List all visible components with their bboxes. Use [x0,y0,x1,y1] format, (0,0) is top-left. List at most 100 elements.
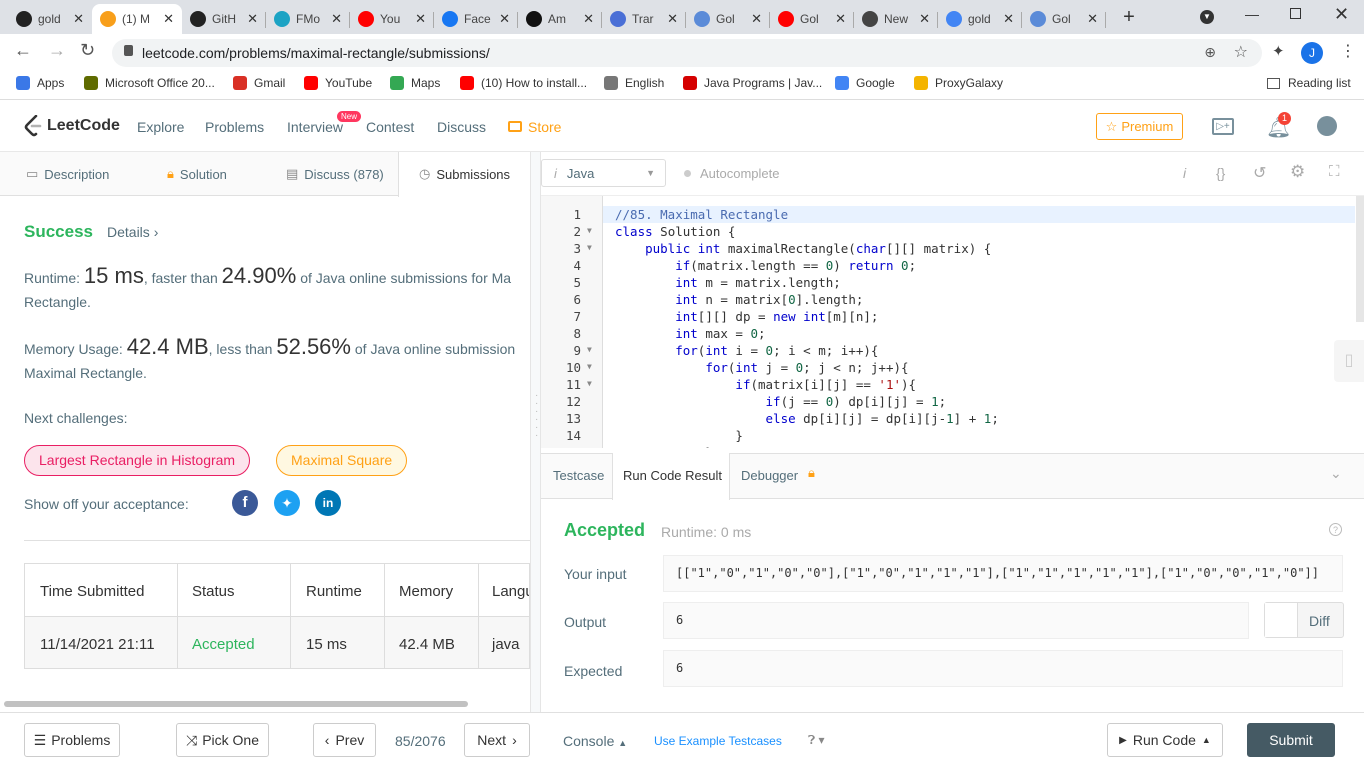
editor-scrollbar[interactable] [1356,196,1364,322]
user-avatar-icon[interactable] [1317,116,1337,136]
tab-discuss[interactable]: ▤ Discuss (878) [286,166,384,182]
nav-interview[interactable]: Interview [287,119,343,135]
profile-avatar[interactable]: J [1301,42,1323,64]
bookmark-item[interactable]: Maps [390,76,440,90]
restore-button[interactable] [1290,8,1301,19]
bookmark-item[interactable]: Microsoft Office 20... [84,76,215,90]
submit-button[interactable]: Submit [1247,723,1335,757]
reset-icon[interactable]: ↺ [1253,163,1266,183]
settings-icon[interactable]: ⚙ [1290,162,1305,182]
url-bar[interactable]: leetcode.com/problems/maximal-rectangle/… [112,39,1262,67]
zoom-icon[interactable]: ⊕ [1204,44,1216,61]
browser-tab[interactable]: Trar ✕ [602,4,686,34]
challenge-largest-rectangle[interactable]: Largest Rectangle in Histogram [24,445,251,476]
back-arrow-icon[interactable]: ← [14,40,32,61]
bookmark-star-icon[interactable]: ☆ [1234,42,1248,62]
next-button[interactable]: Next › [464,723,530,757]
browser-tab[interactable]: Gol ✕ [770,4,854,34]
leetcode-logo[interactable]: LeetCode [24,115,120,137]
bookmark-item[interactable]: English [604,76,664,90]
nav-discuss[interactable]: Discuss [437,119,486,135]
close-tab-icon[interactable]: ✕ [331,11,342,27]
reload-icon[interactable]: ↻ [80,40,95,61]
nav-explore[interactable]: Explore [137,119,184,135]
use-example-testcases[interactable]: Use Example Testcases [654,734,782,748]
row-status-link[interactable]: Accepted [192,636,255,653]
browser-tab[interactable]: Face ✕ [434,4,518,34]
close-window-button[interactable]: ✕ [1334,4,1349,25]
close-tab-icon[interactable]: ✕ [835,11,846,27]
bookmark-item[interactable]: Google [835,76,895,90]
details-link[interactable]: Details › [107,224,158,240]
close-tab-icon[interactable]: ✕ [499,11,510,27]
browser-tab[interactable]: GitH ✕ [182,4,266,34]
diff-toggle[interactable]: Diff [1264,602,1344,638]
twitter-share-icon[interactable]: ✦ [274,490,300,516]
close-tab-icon[interactable]: ✕ [667,11,678,27]
fold-arrow-icon[interactable]: ▼ [587,362,592,371]
fold-arrow-icon[interactable]: ▼ [587,379,592,388]
autocomplete-toggle[interactable]: Autocomplete [684,166,780,181]
collapse-chevron-icon[interactable]: ⌄ [1330,465,1342,482]
browser-tab[interactable]: New ✕ [854,4,938,34]
pane-splitter[interactable]: · · · · · · [530,152,541,712]
horizontal-scrollbar[interactable] [4,701,468,707]
bookmark-item[interactable]: Apps [16,76,64,90]
nav-problems[interactable]: Problems [205,119,264,135]
prev-button[interactable]: ‹ Prev [313,723,376,757]
nav-store[interactable]: Store [528,119,561,135]
fold-arrow-icon[interactable]: ▼ [587,345,592,354]
challenge-maximal-square[interactable]: Maximal Square [276,445,408,476]
info-italic-icon[interactable]: i [1183,165,1186,181]
browser-tab[interactable]: (1) M ✕ [92,4,182,34]
run-code-button[interactable]: ▶ Run Code ▲ [1107,723,1223,757]
fold-arrow-icon[interactable]: ▼ [587,243,592,252]
bookmark-item[interactable]: ProxyGalaxy [914,76,1003,90]
close-tab-icon[interactable]: ✕ [919,11,930,27]
linkedin-share-icon[interactable]: in [315,490,341,516]
reading-list[interactable]: Reading list [1267,76,1351,90]
browser-tab[interactable]: gold ✕ [938,4,1022,34]
tab-run-code-result[interactable]: Run Code Result [623,468,722,483]
tab-search-icon[interactable]: ▼ [1200,10,1214,24]
browser-tab[interactable]: gold ✕ [8,4,92,34]
close-tab-icon[interactable]: ✕ [163,11,174,27]
console-toggle[interactable]: Console ▲ [563,733,627,749]
bookmark-item[interactable]: YouTube [304,76,372,90]
new-tab-button[interactable]: + [1118,6,1140,28]
fold-arrow-icon[interactable]: ▼ [587,226,592,235]
playground-icon[interactable]: ▷+ [1212,118,1234,135]
fullscreen-icon[interactable]: ⛶ [1329,163,1340,180]
code-editor[interactable]: 12▼3▼456789▼10▼11▼12131415 //85. Maximal… [541,196,1364,448]
extensions-icon[interactable]: ✦ [1272,42,1285,60]
problems-button[interactable]: ☰ Problems [24,723,120,757]
menu-kebab-icon[interactable]: ⋮ [1340,41,1356,61]
tab-submissions[interactable]: ◷ Submissions [419,166,510,182]
help-icon[interactable]: ? [1329,523,1342,536]
bookmark-item[interactable]: Java Programs | Jav... [683,76,822,90]
close-tab-icon[interactable]: ✕ [1087,11,1098,27]
language-select[interactable]: i Java ▼ [541,159,666,187]
tab-solution[interactable]: 🔒︎ Solution [167,166,227,182]
bookmark-item[interactable]: (10) How to install... [460,76,587,90]
note-icon[interactable]: ▯ [1334,340,1364,382]
close-tab-icon[interactable]: ✕ [415,11,426,27]
forward-arrow-icon[interactable]: → [48,40,66,61]
minimize-button[interactable]: — [1245,6,1259,22]
close-tab-icon[interactable]: ✕ [1003,11,1014,27]
browser-tab[interactable]: Am ✕ [518,4,602,34]
help-dropdown-icon[interactable]: ❓︎ ▾ [808,733,825,748]
close-tab-icon[interactable]: ✕ [583,11,594,27]
browser-tab[interactable]: Gol ✕ [1022,4,1106,34]
bookmark-item[interactable]: Gmail [233,76,285,90]
tab-testcase[interactable]: Testcase [553,468,604,483]
pick-one-button[interactable]: ⤨ Pick One [176,723,269,757]
facebook-share-icon[interactable]: f [232,490,258,516]
browser-tab[interactable]: FMo ✕ [266,4,350,34]
browser-tab[interactable]: You ✕ [350,4,434,34]
close-tab-icon[interactable]: ✕ [247,11,258,27]
nav-contest[interactable]: Contest [366,119,414,135]
close-tab-icon[interactable]: ✕ [73,11,84,27]
tab-debugger[interactable]: Debugger [741,468,798,483]
browser-tab[interactable]: Gol ✕ [686,4,770,34]
